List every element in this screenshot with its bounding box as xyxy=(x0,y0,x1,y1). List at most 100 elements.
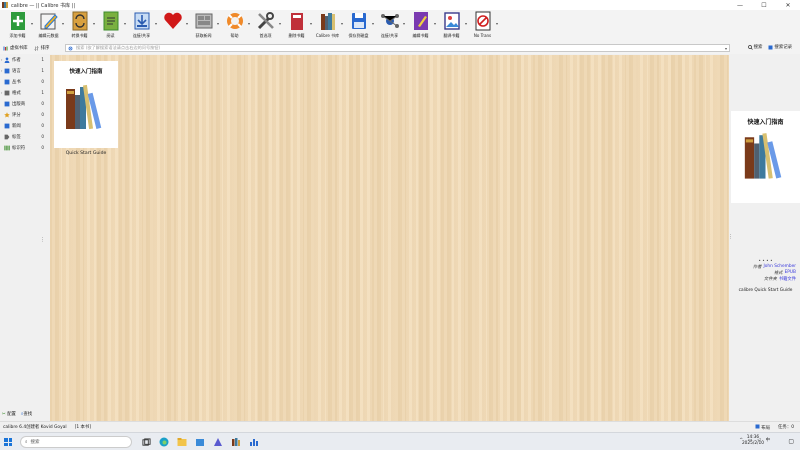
edit-metadata-button[interactable]: 编辑元数据 ▾ xyxy=(33,10,64,42)
fetch-news-button[interactable]: 获取新闻 ▾ xyxy=(188,10,219,42)
tag-list: › 作者 1 › 语言 1 丛书 0 › 格式 1 出版商 0 评分 0 新闻 0 … xyxy=(0,54,48,153)
tag-tags[interactable]: 标签 0 xyxy=(0,131,48,142)
tag-formats-count: 1 xyxy=(41,90,44,95)
cover-grid[interactable]: 快速入门指南 Quick Start Guide xyxy=(50,55,729,421)
connect-share-button[interactable]: 连接/共享 ▾ xyxy=(374,10,405,42)
taskbar-apps xyxy=(140,436,260,448)
minimize-button[interactable]: — xyxy=(728,0,752,10)
preferences-button-label: 首选项 xyxy=(259,33,272,38)
layout-label: 布局 xyxy=(761,425,771,431)
help-button-label: 帮助 xyxy=(230,33,239,38)
tag-series-count: 0 xyxy=(41,79,44,84)
saved-search-icon xyxy=(768,45,773,49)
input-language-indicator[interactable]: 中 xyxy=(766,437,770,443)
tag-news-count: 0 xyxy=(41,123,44,128)
chart-app-icon[interactable] xyxy=(248,436,260,448)
view-button[interactable]: 阅读 ▾ xyxy=(95,10,126,42)
saved-search-button[interactable]: 搜索记录 xyxy=(768,44,792,50)
details-folder-link[interactable]: 书籍文件 xyxy=(779,276,796,282)
tools-icon xyxy=(256,11,276,31)
calibre-app-icon xyxy=(2,2,8,8)
help-button[interactable]: 帮助 ▾ xyxy=(219,10,250,42)
tag-languages[interactable]: › 语言 1 xyxy=(0,65,48,76)
gear-icon[interactable] xyxy=(68,46,73,51)
file-explorer-icon[interactable] xyxy=(176,436,188,448)
save-to-disk-button[interactable]: 保存到磁盘 ▾ xyxy=(343,10,374,42)
find-button[interactable]: ⌕查找 xyxy=(21,411,32,417)
saved-search-label: 搜索记录 xyxy=(774,45,792,50)
picture-icon xyxy=(442,11,462,31)
windows-start-icon[interactable] xyxy=(4,438,12,446)
left-splitter-handle[interactable]: ⋮ xyxy=(40,237,45,243)
tag-browser: › 作者 1 › 语言 1 丛书 0 › 格式 1 出版商 0 评分 0 新闻 0 … xyxy=(0,54,48,417)
plus-book-icon xyxy=(8,11,28,31)
jobs-indicator[interactable]: 任务：0 xyxy=(778,424,794,430)
convert-icon xyxy=(70,11,90,31)
notification-icon[interactable]: ▢ xyxy=(788,438,794,445)
calibre-library-button-label: Calibre 书库 xyxy=(315,33,340,38)
remove-books-button[interactable]: 删除书籍 ▾ xyxy=(281,10,312,42)
details-folder-label: 文件夹 xyxy=(763,277,777,282)
status-text: calibre 6.4创建者 Kovid Goyal xyxy=(3,425,67,430)
tag-icon xyxy=(4,134,10,140)
details-metadata: • • • • 作者 John Schember 格式 EPUB 文件夹 书籍文… xyxy=(731,259,800,293)
virtual-library-button[interactable]: 虚拟书库 xyxy=(3,45,28,51)
tag-rating[interactable]: 评分 0 xyxy=(0,109,48,120)
no-trans-button[interactable]: No Trans ▾ xyxy=(467,10,498,42)
tag-identifiers-count: 0 xyxy=(41,145,44,150)
configure-button[interactable]: ✂ 配置 xyxy=(2,411,16,417)
news-icon xyxy=(4,123,10,129)
search-actions: 搜索 搜索记录 xyxy=(747,44,792,50)
star-icon xyxy=(4,111,10,118)
taskbar-search-input[interactable]: ⌕ 搜索 xyxy=(20,436,132,448)
preferences-button[interactable]: 首选项 ▾ xyxy=(250,10,281,42)
details-author-label: 作者 xyxy=(752,265,762,270)
edit-book-button[interactable]: 编辑书籍 ▾ xyxy=(405,10,436,42)
details-cover[interactable]: 快速入门指南 xyxy=(731,111,800,203)
sort-button[interactable]: 排序 xyxy=(33,45,50,51)
status-bar: calibre 6.4创建者 Kovid Goyal [1 本书] 布局 任务：… xyxy=(0,421,800,432)
chevron-down-icon[interactable]: ▾ xyxy=(496,21,498,26)
book-caption: Quick Start Guide xyxy=(65,151,107,156)
heart-icon xyxy=(163,11,183,31)
search-button-label: 搜索 xyxy=(753,45,763,50)
tag-formats[interactable]: › 格式 1 xyxy=(0,87,48,98)
close-button[interactable]: ✕ xyxy=(776,0,800,10)
donate-button[interactable]: ▾ xyxy=(157,10,188,42)
book-cover[interactable]: 快速入门指南 xyxy=(54,61,118,148)
store-icon[interactable] xyxy=(194,436,206,448)
tag-rating-label: 评分 xyxy=(12,112,21,118)
book-cover-item[interactable]: 快速入门指南 Quick Start Guide xyxy=(50,55,122,159)
no-trans-icon xyxy=(473,11,493,31)
sort-label: 排序 xyxy=(40,46,50,51)
calibre-taskbar-icon[interactable] xyxy=(230,436,242,448)
tag-authors[interactable]: › 作者 1 xyxy=(0,54,48,65)
taskbar-clock[interactable]: 14:36 2025/2/10 xyxy=(742,435,764,447)
language-icon xyxy=(4,68,10,74)
task-view-icon[interactable] xyxy=(140,436,152,448)
tag-formats-label: 格式 xyxy=(12,90,21,96)
virtual-library-button[interactable]: 翻译书籍 ▾ xyxy=(436,10,467,42)
search-input[interactable]: 搜索 (欲了解搜索语法请点击右边的问号按钮) ▾ xyxy=(65,44,730,52)
add-books-button[interactable]: 添加书籍 ▾ xyxy=(2,10,33,42)
trash-icon xyxy=(287,11,307,31)
details-cover-title: 快速入门指南 xyxy=(747,119,784,126)
chevron-down-icon[interactable]: ▾ xyxy=(725,46,727,51)
share-network-icon xyxy=(380,11,400,31)
convert-books-button[interactable]: 转换书籍 ▾ xyxy=(64,10,95,42)
book-view-icon xyxy=(101,11,121,31)
app-icon[interactable] xyxy=(212,436,224,448)
tag-publisher-label: 出版商 xyxy=(12,101,26,107)
layout-button[interactable]: 布局 xyxy=(755,424,770,431)
tag-languages-label: 语言 xyxy=(12,68,21,74)
edge-browser-icon[interactable] xyxy=(158,436,170,448)
tag-publisher[interactable]: 出版商 0 xyxy=(0,98,48,109)
tag-identifiers[interactable]: 标识符 0 xyxy=(0,142,48,153)
maximize-button[interactable]: ☐ xyxy=(752,0,776,10)
search-button[interactable]: 搜索 xyxy=(747,44,763,50)
search-icon: ⌕ xyxy=(25,440,28,445)
send-to-device-button[interactable]: 连接/共享 ▾ xyxy=(126,10,157,42)
tag-news[interactable]: 新闻 0 xyxy=(0,120,48,131)
calibre-library-button[interactable]: Calibre 书库 ▾ xyxy=(312,10,343,42)
tag-series[interactable]: 丛书 0 xyxy=(0,76,48,87)
